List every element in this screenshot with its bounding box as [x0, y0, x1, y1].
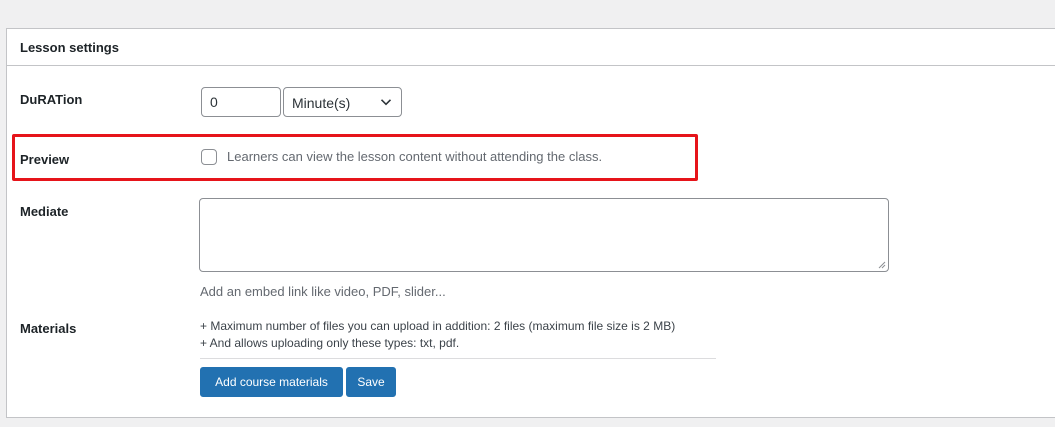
materials-note-max-files: + Maximum number of files you can upload…: [200, 319, 676, 333]
media-hint: Add an embed link like video, PDF, slide…: [200, 284, 446, 299]
preview-description: Learners can view the lesson content wit…: [227, 149, 603, 164]
media-label: Mediate: [20, 204, 69, 219]
media-textarea[interactable]: [199, 198, 889, 272]
panel-title: Lesson settings: [7, 29, 1055, 66]
resize-grip-icon[interactable]: [878, 261, 886, 269]
preview-label: Preview: [20, 152, 70, 167]
duration-unit-select[interactable]: Minute(s): [283, 87, 402, 117]
duration-input[interactable]: [201, 87, 281, 117]
chevron-down-icon: [380, 99, 392, 106]
save-button[interactable]: Save: [346, 367, 396, 397]
duration-label: DuRATion: [20, 92, 83, 107]
preview-checkbox[interactable]: [201, 149, 217, 165]
materials-label: Materials: [20, 321, 77, 336]
materials-divider: [200, 358, 716, 359]
duration-unit-value: Minute(s): [292, 95, 351, 111]
add-course-materials-button[interactable]: Add course materials: [200, 367, 343, 397]
lesson-settings-panel: Lesson settings DuRATion Minute(s) Previ…: [6, 28, 1055, 418]
materials-note-types: + And allows uploading only these types:…: [200, 336, 460, 350]
